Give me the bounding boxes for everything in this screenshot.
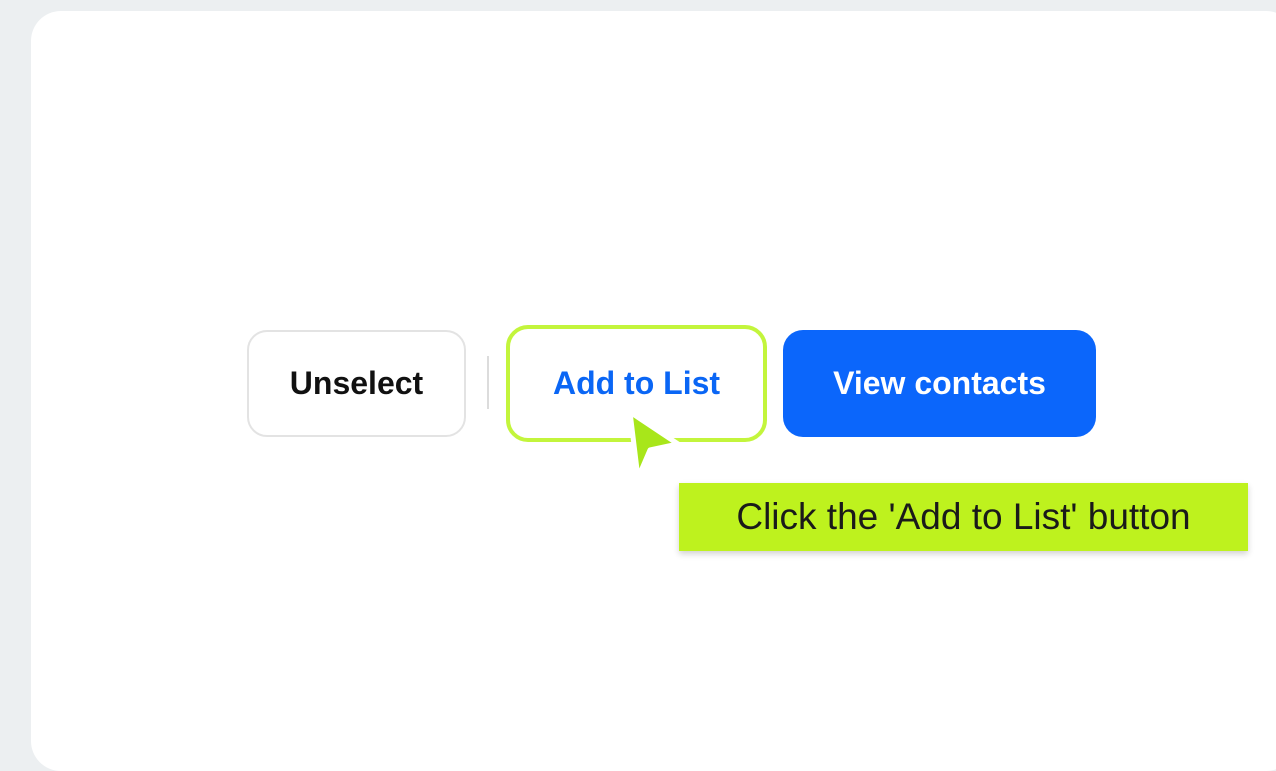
pointer-cursor-icon <box>627 409 681 481</box>
button-divider <box>487 356 489 409</box>
instruction-tooltip: Click the 'Add to List' button <box>679 483 1248 551</box>
unselect-button[interactable]: Unselect <box>247 330 466 437</box>
view-contacts-button[interactable]: View contacts <box>783 330 1096 437</box>
